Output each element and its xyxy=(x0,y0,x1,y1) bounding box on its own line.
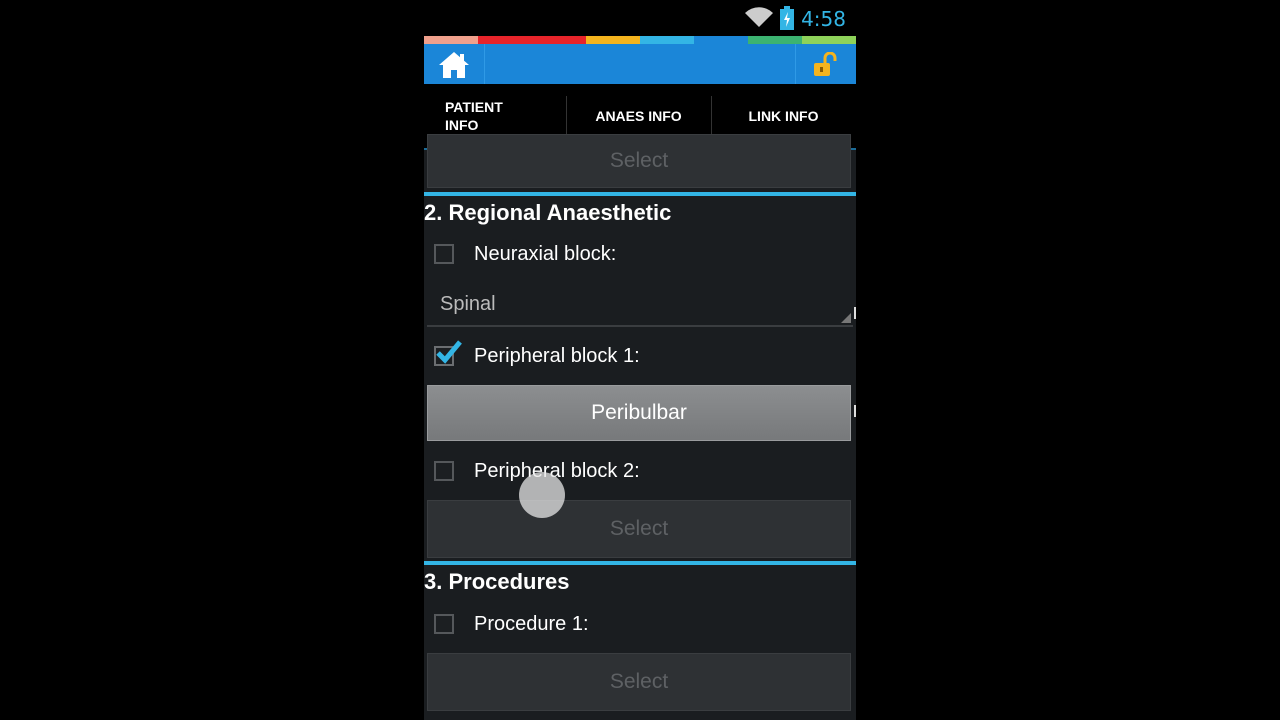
neuraxial-checkbox[interactable] xyxy=(434,244,454,264)
color-strip-segment xyxy=(694,36,748,44)
neuraxial-label: Neuraxial block: xyxy=(474,243,617,265)
wifi-icon xyxy=(745,7,773,28)
neuraxial-spinner-value: Spinal xyxy=(440,292,496,315)
neuraxial-spinner[interactable]: Spinal xyxy=(427,283,853,327)
section-title-procedures: 3. Procedures xyxy=(424,569,570,594)
edge-marker xyxy=(854,405,856,417)
home-button[interactable] xyxy=(424,44,485,84)
color-strip xyxy=(424,36,856,44)
color-strip-segment xyxy=(478,36,532,44)
procedure-1-value: Select xyxy=(609,670,669,693)
top-select-button[interactable]: Select xyxy=(427,134,851,188)
peripheral-block-1-checkbox[interactable] xyxy=(434,340,462,366)
peripheral-block-1-value: Peribulbar xyxy=(591,401,687,424)
tab-anaes-info-label: ANAES INFO xyxy=(595,108,682,124)
procedure-1-button[interactable]: Select xyxy=(427,653,851,711)
section-divider xyxy=(424,561,856,565)
peripheral-block-2-value: Select xyxy=(609,517,669,540)
checkmark-icon xyxy=(436,340,462,364)
tab-patient-info-label: PATIENT INFO xyxy=(445,99,503,133)
phone-screen: 4:58 PATIENT INFO ANAES INFO LINK INFO S… xyxy=(424,0,856,720)
tab-link-info-label: LINK INFO xyxy=(748,108,819,124)
color-strip-segment xyxy=(748,36,802,44)
top-select-label: Select xyxy=(609,149,669,172)
peripheral-block-2-button[interactable]: Select xyxy=(427,500,851,558)
procedure-1-checkbox[interactable] xyxy=(434,614,454,634)
section-title-regional: 2. Regional Anaesthetic xyxy=(424,200,672,225)
status-time: 4:58 xyxy=(801,7,846,31)
spinner-arrow-icon xyxy=(841,313,851,323)
status-bar: 4:58 xyxy=(424,0,856,36)
form-content: Select 2. Regional Anaesthetic Neuraxial… xyxy=(424,134,856,720)
color-strip-segment xyxy=(586,36,640,44)
color-strip-segment xyxy=(802,36,856,44)
touch-indicator xyxy=(519,472,565,518)
lock-button[interactable] xyxy=(795,44,856,84)
home-icon xyxy=(439,52,469,78)
peripheral-block-1-button[interactable]: Peribulbar xyxy=(427,385,851,441)
unlock-icon xyxy=(814,52,837,76)
battery-charging-icon xyxy=(780,6,794,30)
color-strip-segment xyxy=(532,36,586,44)
color-strip-segment xyxy=(424,36,478,44)
action-bar xyxy=(424,44,856,84)
section-divider xyxy=(424,192,856,196)
edge-marker xyxy=(854,307,856,319)
color-strip-segment xyxy=(640,36,694,44)
peripheral-block-1-label: Peripheral block 1: xyxy=(474,345,640,367)
peripheral-block-2-checkbox[interactable] xyxy=(434,461,454,481)
procedure-1-label: Procedure 1: xyxy=(474,613,589,635)
